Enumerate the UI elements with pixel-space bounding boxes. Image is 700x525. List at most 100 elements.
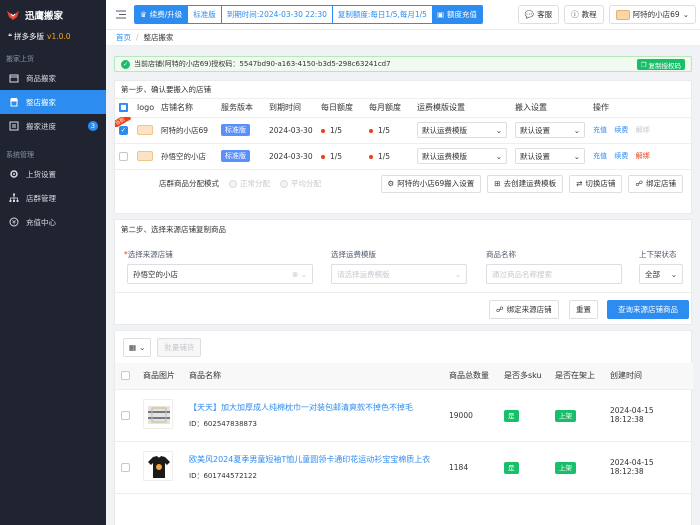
sidebar-item-upload-settings[interactable]: 上货设置 [0,162,106,186]
bind-store-label: 绑定店铺 [646,179,676,188]
freight-label: 选择运费模版 [331,250,376,259]
shelf-status-select[interactable]: 全部 ⌄ [639,264,683,284]
row-checkbox[interactable] [121,410,130,420]
on-shelf-tag: 上架 [555,462,576,474]
renew-button[interactable]: ♛ 续费/升级 [135,6,188,23]
breadcrumb-home[interactable]: 首页 [116,32,131,43]
red-dot [369,154,373,159]
sidebar-section-system: 系统管理 [6,151,34,159]
ops-cell: 充值 续费 解绑 [589,116,693,143]
sidebar-item-label: 搬家进度 [26,121,56,131]
sidebar-item-store-group[interactable]: 店群管理 [0,186,106,210]
batch-list-button[interactable]: 批量铺货 [157,337,202,357]
select-all-checkbox[interactable]: ■ [119,103,128,113]
reset-button[interactable]: 重置 [569,300,598,319]
col-monthly: 每月额度 [369,103,401,113]
menu-collapse-icon[interactable] [112,6,130,24]
switch-store-button[interactable]: ⇄ 切换店铺 [569,174,623,193]
sidebar-item-recharge[interactable]: ¥ 充值中心 [0,210,106,234]
select-all-checkbox[interactable] [121,371,130,381]
product-title-link[interactable]: 欧美风2024夏季男童短袖T恤儿童圆领卡通印花运动衫宝宝棉质上衣 [189,454,443,465]
create-freight-label: 去创建运费模板 [503,179,557,188]
topbar: ♛ 续费/升级 标准版 到期时间:2024-03-30 22:30 复制额度:每… [106,0,700,30]
move-setting-label: 阿特的小店69搬入设置 [397,179,475,188]
col-on-shelf: 是否在架上 [549,363,604,390]
create-freight-button[interactable]: ⊞ 去创建运费模板 [487,174,564,193]
source-store-select[interactable]: 孙悟空的小店 ⊗ ⌄ [127,264,313,284]
eagle-logo-icon [7,11,19,20]
product-title-link[interactable]: 【天天】加大加厚成人纯棉枕巾一对装包邮清爽款不掉色不掉毛 [189,402,443,413]
freight-select[interactable]: 默认运费模版 ⌄ [417,122,507,138]
store-switcher[interactable]: 阿特的小店69 ⌄ [608,5,696,24]
freight-template-select[interactable]: 请选择运费模版 ⌄ [331,264,467,284]
tutorial-button[interactable]: ⓘ 教程 [564,5,604,24]
on-shelf-tag: 上架 [555,410,576,422]
col-created: 创建时间 [604,363,693,390]
source-store-label: *选择来源店铺 [124,250,173,259]
table-row[interactable]: 孙悟空的小店 标准版 2024-03-30 1/5 1/5 默认运费模版 ⌄ 默认… [115,142,693,169]
expire-cell: 2024-03-30 [265,142,317,169]
query-products-button[interactable]: 查询来源店铺商品 [607,300,689,319]
product-name-input[interactable]: 通过商品名称搜索 [486,264,622,284]
bind-source-store-button[interactable]: ☍ 绑定来源店铺 [489,300,559,319]
recharge-quota-button[interactable]: ▣ 额度充值 [431,6,483,23]
gear-icon: ⚙ [387,179,395,188]
qty-cell: 1184 [443,441,498,494]
row-checkbox[interactable] [119,152,128,161]
table-row[interactable]: 【天天】加大加厚成人纯棉枕巾一对装包邮清爽款不掉色不掉毛 ID：60254783… [115,389,693,442]
table-row[interactable]: ✓ 阿特的小店69 标准版 2024-03-30 1/5 1/5 默认运费模版 ⌄… [115,116,693,143]
freight-select[interactable]: 默认运费模版 ⌄ [417,148,507,165]
ribbon-label: 当前 [115,117,132,127]
row-checkbox[interactable]: ✓ [119,125,128,135]
bind-store-button[interactable]: ☍ 绑定店铺 [628,174,683,193]
chevron-down-icon: ⌄ [573,125,580,135]
renew-link[interactable]: 续费 [614,152,628,160]
product-table: 商品图片 商品名称 商品总数量 是否多sku 是否在架上 创建时间 【天天】加大… [115,363,693,494]
product-name-placeholder: 通过商品名称搜索 [492,269,552,279]
renew-label: 续费/升级 [149,10,183,19]
col-store-name: 店铺名称 [161,103,193,113]
ops-cell: 充值 续费 解绑 [589,142,693,169]
step2-panel: 第二步、选择来源店铺复制商品 *选择来源店铺 孙悟空的小店 ⊗ ⌄ 选择运费模版… [114,219,692,325]
move-setting-value: 默认设置 [520,151,550,161]
tutorial-label: 教程 [581,10,597,19]
distribution-row: 店群商品分配模式 正常分配 平均分配 ⚙ 阿特的小店69搬入设置 ⊞ 去创建运费模板… [115,169,691,197]
radio-circle [229,179,237,188]
version-tag: 标准版 [221,150,250,163]
recharge-link[interactable]: 充值 [593,152,607,160]
qty-cell: 19000 [443,389,498,442]
copy-auth-code-button[interactable]: ❐ 复制授权码 [636,59,685,70]
box-icon [8,73,19,84]
batch-label: 批量铺货 [164,342,195,352]
freight-placeholder: 请选择运费模版 [337,269,390,279]
move-setting-select[interactable]: 默认设置 ⌄ [515,122,585,138]
multi-sku-tag: 是 [504,462,519,474]
sidebar-item-product-move[interactable]: 商品搬家 [0,66,106,90]
col-image: 商品图片 [137,363,183,390]
sidebar-item-progress[interactable]: 搬家进度 3 [0,114,106,138]
product-table-header: 商品图片 商品名称 商品总数量 是否多sku 是否在架上 创建时间 [115,363,693,390]
renew-link[interactable]: 续费 [614,126,628,134]
table-row[interactable]: 欧美风2024夏季男童短袖T恤儿童圆领卡通印花运动衫宝宝棉质上衣 ID：6017… [115,441,693,494]
column-grid-button[interactable]: ▦ ⌄ [123,337,152,357]
reset-label: 重置 [576,305,591,314]
sidebar-section-moving: 搬家上货 [6,55,34,63]
gear-icon [8,169,19,180]
unbind-link[interactable]: 解绑 [636,152,650,160]
product-thumbnail [143,450,173,481]
move-setting-button[interactable]: ⚙ 阿特的小店69搬入设置 [380,174,482,193]
row-checkbox[interactable] [121,462,130,472]
radio-normal[interactable]: 正常分配 [229,178,270,189]
move-setting-value: 默认设置 [520,125,550,135]
monthly-value: 1/5 [378,151,391,161]
sidebar-item-store-move[interactable]: 整店搬家 [0,90,106,114]
radio-average[interactable]: 平均分配 [280,178,321,189]
col-logo: logo [137,103,155,113]
recharge-label: 额度充值 [447,10,478,19]
switch-store-label: 切换店铺 [585,179,616,188]
daily-cell: 1/5 [317,116,365,143]
unbind-link[interactable]: 解绑 [636,126,650,134]
move-setting-select[interactable]: 默认设置 ⌄ [515,148,585,165]
recharge-link[interactable]: 充值 [593,126,607,134]
customer-service-button[interactable]: 💬 客服 [517,5,560,24]
